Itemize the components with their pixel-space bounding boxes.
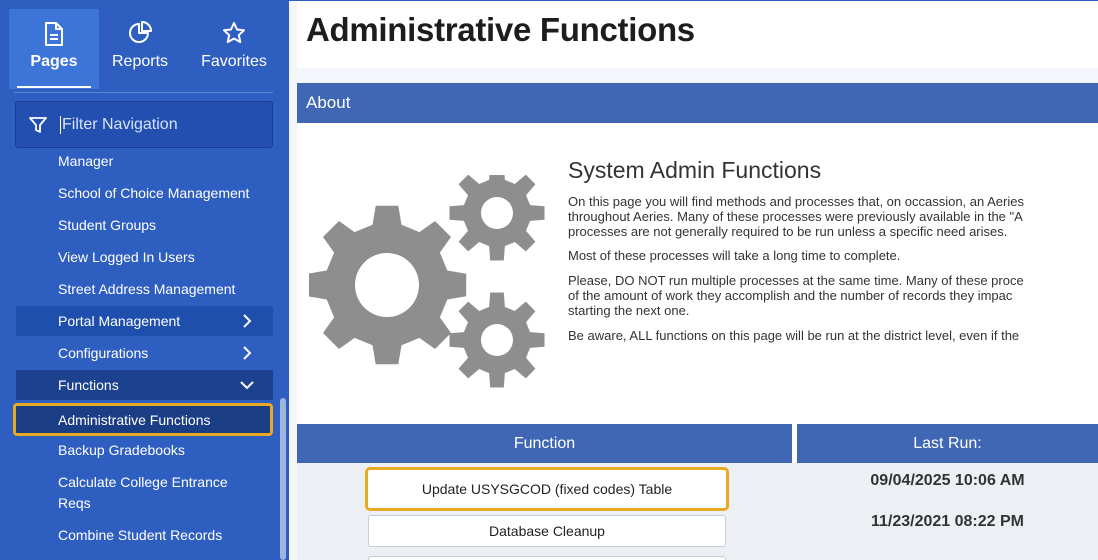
column-header-label: Last Run: [913, 434, 982, 452]
sidebar-tabs: Pages Reports Favorites [0, 0, 289, 92]
app-root: Pages Reports Favorites Filter Navigatio… [0, 0, 1098, 560]
sidebar-item-label: Functions [58, 377, 119, 393]
text-caret [60, 115, 61, 134]
star-icon [189, 21, 279, 47]
button-label: Database Cleanup [489, 523, 605, 539]
chevron-right-icon [243, 314, 252, 328]
sidebar-scrollbar[interactable] [280, 398, 286, 560]
sidebar-item-view-logged-in-users[interactable]: View Logged In Users [16, 242, 273, 272]
filter-icon [16, 115, 60, 135]
sidebar-item-label: Calculate College Entrance Reqs [58, 474, 228, 511]
chevron-right-icon [243, 346, 252, 360]
update-usysgcod-button[interactable]: Update USYSGCOD (fixed codes) Table [365, 467, 729, 511]
sidebar-item-portal-management[interactable]: Portal Management [16, 306, 273, 336]
chevron-down-icon [240, 381, 254, 390]
sidebar-item-label: School of Choice Management [58, 185, 250, 201]
gear-shape [449, 165, 545, 261]
about-line: starting the next one. [568, 303, 690, 318]
sidebar-item-label: Street Address Management [58, 281, 236, 297]
about-line: throughout Aeries. Many of these process… [568, 209, 1023, 224]
sidebar-divider [14, 92, 273, 93]
last-run-column-header: Last Run: [797, 424, 1098, 463]
sidebar-item-administrative-functions[interactable]: Administrative Functions [13, 403, 273, 436]
tab-favorites[interactable]: Favorites [189, 9, 279, 89]
main-content: Administrative Functions About System Ad… [289, 0, 1098, 560]
gear-shape [449, 292, 545, 388]
gears-icon [307, 165, 549, 395]
sidebar-item-street-address[interactable]: Street Address Management [16, 274, 273, 304]
sidebar-item-backup-gradebooks[interactable]: Backup Gradebooks [16, 435, 273, 465]
button-label: Update USYSGCOD (fixed codes) Table [421, 481, 673, 497]
tab-pages[interactable]: Pages [9, 9, 99, 89]
filter-navigation [15, 101, 273, 148]
tab-reports-label: Reports [111, 53, 169, 70]
about-line: On this page you will find methods and p… [568, 194, 1024, 209]
function-column-header: Function [297, 424, 792, 463]
document-icon [9, 21, 99, 47]
about-header-label: About [306, 93, 351, 112]
tab-favorites-label: Favorites [201, 53, 267, 70]
about-heading: System Admin Functions [568, 157, 822, 183]
about-line: processes are not generally required to … [568, 224, 1008, 239]
sidebar-item-student-groups[interactable]: Student Groups [16, 210, 273, 240]
sidebar-item-label: View Logged In Users [58, 249, 195, 265]
last-run-value: 09/04/2025 10:06 AM [870, 472, 1025, 489]
next-function-button[interactable] [368, 556, 726, 560]
about-paragraph-1: On this page you will find methods and p… [568, 194, 1098, 239]
about-panel: About System Admin Functions On this pag… [297, 83, 1098, 560]
sidebar-item-label: Student Groups [58, 217, 157, 233]
about-paragraph-4: Be aware, ALL functions on this page wil… [568, 328, 1020, 343]
sidebar-item-label: Portal Management [58, 313, 181, 329]
active-tab-underline [17, 86, 91, 88]
sidebar-item-combine-student-records[interactable]: Combine Student Records [16, 520, 273, 550]
pie-chart-icon [95, 21, 185, 47]
page-title: Administrative Functions [306, 11, 695, 48]
last-run-value: 11/23/2021 08:22 PM [870, 513, 1024, 530]
sidebar-item-configurations[interactable]: Configurations [16, 338, 273, 368]
sidebar-item-calculate-college[interactable]: Calculate College Entrance Reqs [16, 472, 246, 514]
tab-reports[interactable]: Reports [95, 9, 185, 89]
sidebar-item-school-of-choice[interactable]: School of Choice Management [16, 178, 273, 208]
column-header-label: Function [513, 434, 576, 452]
about-line: Please, DO NOT run multiple processes at… [568, 273, 1024, 288]
page-header: Administrative Functions [297, 1, 1098, 68]
tab-pages-label: Pages [30, 53, 78, 70]
sidebar-item-functions[interactable]: Functions [16, 370, 273, 400]
about-line: of the amount of work they accomplish an… [568, 288, 1013, 303]
database-cleanup-button[interactable]: Database Cleanup [368, 515, 726, 547]
filter-navigation-input[interactable] [62, 115, 262, 134]
sidebar: Pages Reports Favorites Filter Navigatio… [0, 0, 289, 560]
sidebar-item-label: Combine Student Records [58, 527, 223, 543]
sidebar-item-label: Manager [58, 153, 114, 169]
about-paragraph-3: Please, DO NOT run multiple processes at… [568, 273, 1098, 318]
sidebar-item-manager[interactable]: Manager [16, 146, 273, 176]
sidebar-item-label: Backup Gradebooks [58, 442, 185, 458]
about-paragraph-2: Most of these processes will take a long… [568, 248, 901, 263]
about-header[interactable]: About [297, 83, 1098, 123]
gear-shape [307, 205, 467, 365]
sidebar-item-label: Configurations [58, 345, 149, 361]
sidebar-item-label: Administrative Functions [58, 411, 211, 428]
